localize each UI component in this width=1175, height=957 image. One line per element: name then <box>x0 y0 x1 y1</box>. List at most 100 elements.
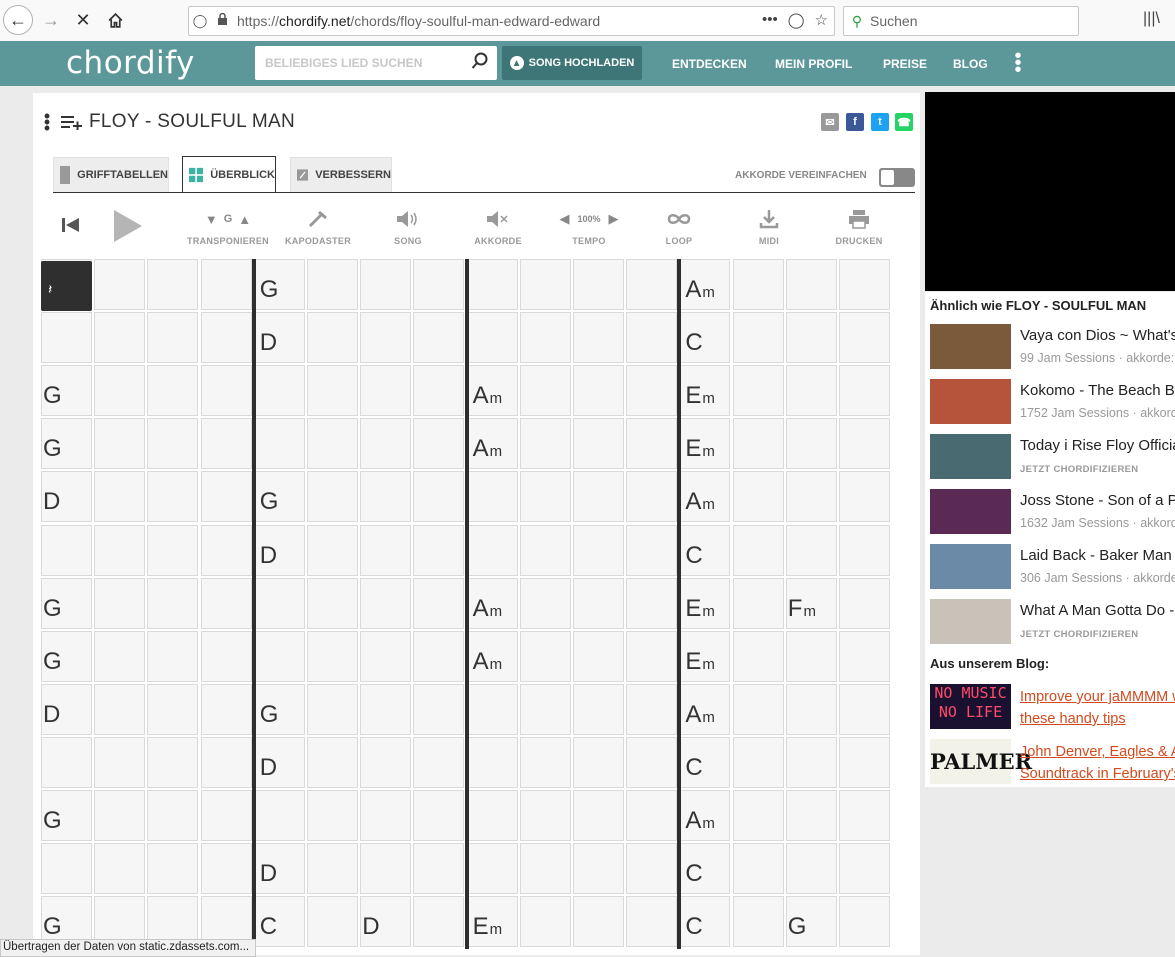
chord-label[interactable]: Am <box>685 490 715 514</box>
beat-cell[interactable] <box>466 790 518 841</box>
related-song-item[interactable]: Joss Stone - Son of a Preacher Man 1632 J… <box>930 489 1175 537</box>
chord-label[interactable]: D <box>260 755 277 780</box>
beat-cell[interactable] <box>253 365 305 417</box>
beat-cell[interactable] <box>839 790 890 841</box>
chord-label[interactable]: G <box>788 915 807 939</box>
beat-cell[interactable] <box>253 790 305 841</box>
related-song-title[interactable]: What A Man Gotta Do - Jonas Brothers <box>1020 602 1175 619</box>
beat-cell[interactable] <box>839 471 890 523</box>
song-thumbnail[interactable] <box>930 544 1011 589</box>
chord-label[interactable]: C <box>685 543 702 568</box>
blog-title-line[interactable]: these handy tips <box>1020 708 1175 730</box>
upload-song-button[interactable]: ▲ SONG HOCHLADEN <box>502 46 642 80</box>
blog-post-item[interactable]: PALMERJohn Denver, Eagles & AprilSoundtr… <box>930 739 1175 787</box>
beat-cell[interactable] <box>360 736 412 788</box>
beat-cell[interactable] <box>785 418 837 470</box>
video-player[interactable] <box>925 92 1175 291</box>
beat-cell[interactable] <box>839 259 890 310</box>
beat-cell[interactable] <box>466 524 518 576</box>
nav-blog[interactable]: BLOG <box>953 57 988 71</box>
related-song-item[interactable]: Laid Back - Baker Man 306 Jam Sessions · … <box>930 544 1175 592</box>
chord-label[interactable]: G <box>260 490 279 514</box>
beat-cell[interactable] <box>839 630 890 682</box>
beat-cell[interactable] <box>94 843 146 895</box>
beat-cell[interactable] <box>94 418 146 470</box>
song-menu-icon[interactable]: • • • <box>43 107 51 137</box>
chord-label[interactable]: Em <box>473 915 503 939</box>
related-song-item[interactable]: Kokomo - The Beach Boys 1752 Jam Sessions… <box>930 379 1175 427</box>
beat-cell[interactable] <box>519 843 571 895</box>
beat-cell[interactable] <box>732 577 784 629</box>
beat-cell[interactable] <box>573 577 624 629</box>
song-volume-control[interactable]: SONG <box>363 208 453 246</box>
chord-label[interactable]: C <box>685 915 702 939</box>
beat-cell[interactable] <box>307 630 358 682</box>
tempo-control[interactable]: ◀ 100% ▶ TEMPO <box>544 208 634 246</box>
beat-cell[interactable] <box>200 365 252 417</box>
blog-title-line[interactable]: John Denver, Eagles & April <box>1020 741 1175 763</box>
beat-cell[interactable] <box>573 524 624 576</box>
beat-cell[interactable] <box>307 418 358 470</box>
tab-overview[interactable]: ÜBERBLICK <box>182 156 276 193</box>
beat-cell[interactable] <box>626 524 678 576</box>
chord-label[interactable]: D <box>260 862 277 886</box>
beat-cell[interactable] <box>839 524 890 576</box>
beat-cell[interactable] <box>626 259 678 310</box>
beat-cell[interactable] <box>626 790 678 841</box>
beat-cell[interactable] <box>413 524 465 576</box>
beat-cell[interactable] <box>519 896 571 948</box>
beat-cell[interactable] <box>200 312 252 364</box>
beat-cell[interactable] <box>573 365 624 417</box>
beat-cell[interactable] <box>785 365 837 417</box>
star-icon[interactable]: ☆ <box>815 11 828 29</box>
beat-cell[interactable] <box>147 790 199 841</box>
beat-cell[interactable] <box>626 577 678 629</box>
beat-cell[interactable] <box>519 471 571 523</box>
blog-thumbnail[interactable]: PALMER <box>930 739 1032 784</box>
beat-cell[interactable] <box>626 365 678 417</box>
beat-cell[interactable] <box>200 259 252 310</box>
site-search-input[interactable] <box>263 55 467 71</box>
beat-cell[interactable] <box>41 736 92 788</box>
beat-cell[interactable] <box>360 843 412 895</box>
beat-cell[interactable] <box>519 577 571 629</box>
chord-label[interactable]: Em <box>685 437 715 461</box>
beat-cell[interactable] <box>360 577 412 629</box>
mail-icon[interactable]: ✉ <box>821 113 839 131</box>
chord-label[interactable]: C <box>260 915 277 939</box>
beat-cell[interactable] <box>785 630 837 682</box>
beat-cell[interactable] <box>413 577 465 629</box>
chordify-logo[interactable]: chordify <box>66 45 195 81</box>
home-button[interactable] <box>100 5 130 35</box>
chord-label[interactable]: C <box>685 755 702 780</box>
forward-button[interactable]: → <box>36 5 66 35</box>
beat-cell[interactable] <box>732 630 784 682</box>
beat-cell[interactable] <box>41 843 92 895</box>
song-thumbnail[interactable] <box>930 599 1011 644</box>
beat-cell[interactable] <box>573 683 624 735</box>
beat-cell[interactable] <box>413 683 465 735</box>
tab-improve[interactable]: VERBESSERN <box>290 157 392 192</box>
beat-cell[interactable] <box>466 843 518 895</box>
search-icon[interactable] <box>471 52 489 75</box>
site-search[interactable] <box>255 46 497 80</box>
chord-label[interactable]: D <box>43 702 60 727</box>
chord-label[interactable]: G <box>260 278 279 302</box>
tab-chord-charts[interactable]: GRIFFTABELLEN <box>53 157 169 192</box>
beat-cell[interactable] <box>307 843 358 895</box>
beat-cell[interactable] <box>732 259 784 310</box>
beat-cell[interactable] <box>307 683 358 735</box>
beat-cell[interactable] <box>413 312 465 364</box>
beat-cell[interactable] <box>732 471 784 523</box>
beat-cell[interactable] <box>732 524 784 576</box>
beat-cell[interactable] <box>41 524 92 576</box>
song-thumbnail[interactable] <box>930 489 1011 534</box>
beat-cell[interactable] <box>732 312 784 364</box>
beat-cell[interactable] <box>253 418 305 470</box>
beat-cell[interactable] <box>785 736 837 788</box>
beat-cell[interactable] <box>413 790 465 841</box>
beat-cell[interactable] <box>732 736 784 788</box>
twitter-icon[interactable]: t <box>871 113 889 131</box>
beat-cell[interactable] <box>360 683 412 735</box>
beat-cell[interactable] <box>732 683 784 735</box>
